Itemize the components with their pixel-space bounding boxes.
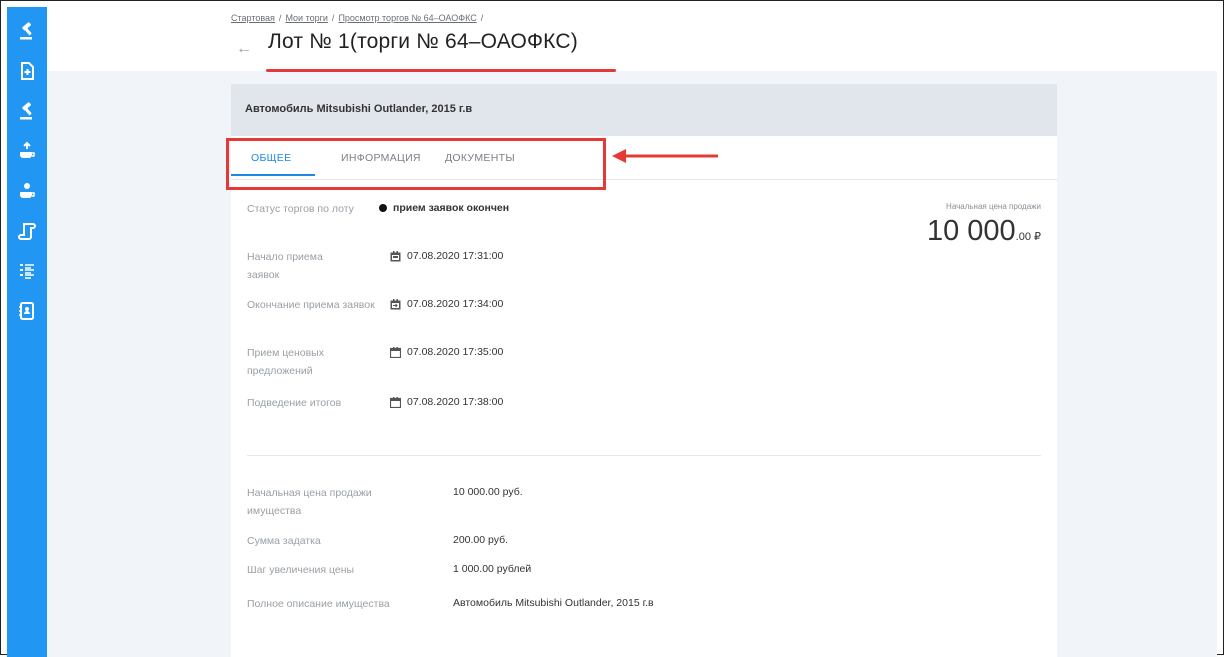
date-start-value: 07.08.2020 17:31:00 <box>390 250 503 262</box>
gavel-hand-icon[interactable] <box>7 171 47 211</box>
page-header <box>47 7 1217 71</box>
calendar-icon <box>390 346 401 358</box>
status-value: прием заявок окончен <box>379 202 509 214</box>
date-bids-value: 07.08.2020 17:35:00 <box>390 346 503 358</box>
detail-step-value: 1 000.00 рублей <box>453 563 532 575</box>
date-bids-text: 07.08.2020 17:35:00 <box>407 346 504 358</box>
task-list-icon[interactable] <box>7 251 47 291</box>
price-caption: Начальная цена продажи <box>946 202 1041 211</box>
scroll-icon[interactable] <box>7 211 47 251</box>
calendar-icon <box>390 396 401 408</box>
date-results-label: Подведение итогов <box>247 397 342 409</box>
calendar-end-icon <box>390 298 401 309</box>
detail-start-price-value: 10 000.00 руб. <box>453 486 523 498</box>
breadcrumb-my-auctions-link[interactable]: Мои торги <box>285 13 327 23</box>
date-start-text: 07.08.2020 17:31:00 <box>407 250 504 262</box>
detail-description-label: Полное описание имущества <box>247 598 390 610</box>
gavel-hand-up-icon[interactable] <box>7 131 47 171</box>
contacts-book-icon[interactable] <box>7 291 47 331</box>
date-end-text: 07.08.2020 17:34:00 <box>407 298 504 310</box>
status-dot-icon <box>379 204 387 212</box>
detail-deposit-value: 200.00 руб. <box>453 534 509 546</box>
lot-card-header: Автомобиль Mitsubishi Outlander, 2015 г.… <box>231 84 1057 136</box>
lot-name: Автомобиль Mitsubishi Outlander, 2015 г.… <box>245 103 473 115</box>
add-document-icon[interactable] <box>7 51 47 91</box>
page-title: Лот № 1(торги № 64–ОАОФКС) <box>268 30 578 53</box>
status-text: прием заявок окончен <box>393 202 510 214</box>
date-end-label: Окончание приема заявок <box>247 299 375 311</box>
date-results-text: 07.08.2020 17:38:00 <box>407 396 504 408</box>
date-end-value: 07.08.2020 17:34:00 <box>390 298 503 310</box>
auction-gavel-icon[interactable] <box>7 91 47 131</box>
price-amount: 10 000.00 ₽ <box>927 215 1041 248</box>
price-amount-main: 10 000 <box>926 215 1016 247</box>
detail-deposit-label: Сумма задатка <box>247 535 321 547</box>
detail-start-price-label: Начальная цена продажи имущества <box>247 487 372 517</box>
annotation-tabs-box <box>226 138 606 190</box>
price-amount-cents: .00 ₽ <box>1015 231 1041 243</box>
detail-step-label: Шаг увеличения цены <box>247 564 355 576</box>
auction-gavel-icon[interactable] <box>7 11 47 51</box>
breadcrumb-separator: / <box>331 13 335 23</box>
back-arrow-icon[interactable]: ← <box>236 41 252 57</box>
breadcrumb-auction-view-link[interactable]: Просмотр торгов № 64–ОАОФКС <box>338 13 476 23</box>
breadcrumb-separator: / <box>278 13 282 23</box>
sidebar <box>7 7 47 657</box>
breadcrumb-home-link[interactable]: Стартовая <box>231 13 275 23</box>
status-label: Статус торгов по лоту <box>247 203 354 215</box>
calendar-start-icon <box>390 250 401 261</box>
breadcrumb-separator: / <box>480 13 484 23</box>
date-results-value: 07.08.2020 17:38:00 <box>390 396 503 408</box>
breadcrumb: Стартовая / Мои торги / Просмотр торгов № 64… <box>231 13 487 23</box>
date-bids-label: Прием ценовых предложений <box>247 347 324 377</box>
date-start-label: Начало приема заявок <box>247 251 323 281</box>
detail-description-value: Автомобиль Mitsubishi Outlander, 2015 г.… <box>453 597 654 609</box>
section-divider <box>247 455 1041 456</box>
annotation-arrow-icon <box>612 149 718 163</box>
annotation-underline <box>266 69 616 72</box>
